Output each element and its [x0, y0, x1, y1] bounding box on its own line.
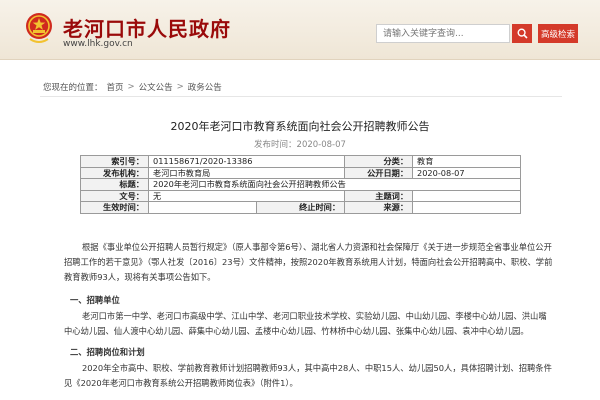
pubdate-label: 公开日期： — [344, 166, 414, 179]
pubdate-value: 2020-08-07 — [412, 166, 522, 179]
breadcrumb: 您现在的位置： 首页 > 公文公告 > 政务公告 — [43, 81, 222, 93]
breadcrumb-separator: > — [127, 82, 135, 92]
title-value: 2020年老河口市教育系统面向社会公开招聘教师公告 — [147, 178, 522, 191]
source-label: 来源： — [344, 201, 414, 214]
keywords-label: 主题词： — [344, 189, 414, 202]
title-label: 标题： — [80, 178, 149, 191]
expire-label: 终止时间： — [255, 201, 346, 214]
breadcrumb-notices[interactable]: 公文公告 — [139, 81, 173, 93]
section-heading: 二、招聘岗位和计划 — [70, 347, 145, 357]
site-url: www.lhk.gov.cn — [63, 39, 133, 49]
source-value — [412, 201, 522, 214]
table-row: 文号： 无 主题词： — [80, 189, 522, 202]
breadcrumb-gov-notices[interactable]: 政务公告 — [188, 81, 222, 93]
effective-label: 生效时间： — [80, 201, 149, 214]
section-heading: 一、招聘单位 — [70, 295, 120, 305]
index-value: 011158671/2020-13386 — [147, 155, 346, 168]
site-title[interactable]: 老河口市人民政府 — [63, 13, 231, 42]
effective-value — [148, 201, 257, 214]
publish-date: 发布时间：2020-08-07 — [254, 140, 346, 150]
publisher-value: 老河口市教育局 — [147, 166, 346, 179]
publisher-label: 发布机构： — [80, 166, 149, 179]
table-row: 索引号： 011158671/2020-13386 分类： 教育 — [80, 155, 522, 168]
paragraph-intro: 根据《事业单位公开招聘人员暂行规定》（原人事部令第6号）、湖北省人力资源和社会保… — [64, 242, 553, 282]
index-label: 索引号： — [80, 155, 149, 168]
breadcrumb-separator: > — [176, 82, 184, 92]
document-meta-table: 索引号： 011158671/2020-13386 分类： 教育 发布机构： 老… — [80, 155, 522, 214]
breadcrumb-prefix: 您现在的位置： — [43, 83, 103, 93]
docno-value: 无 — [147, 189, 346, 202]
table-row: 标题： 2020年老河口市教育系统面向社会公开招聘教师公告 — [80, 178, 522, 191]
category-label: 分类： — [344, 155, 414, 168]
national-emblem-icon[interactable] — [24, 12, 54, 44]
keywords-value — [412, 189, 522, 202]
category-value: 教育 — [412, 155, 522, 168]
search-button[interactable] — [512, 24, 532, 43]
breadcrumb-home[interactable]: 首页 — [107, 81, 124, 93]
search-input[interactable] — [376, 24, 510, 43]
table-row: 发布机构： 老河口市教育局 公开日期： 2020-08-07 — [80, 166, 522, 179]
search-icon — [516, 28, 528, 39]
table-row: 生效时间： 终止时间： 来源： — [80, 201, 522, 214]
paragraph-units: 老河口市第一中学、老河口市高级中学、江山中学、老河口职业技术学校、实验幼儿园、中… — [64, 311, 547, 336]
site-header: 老河口市人民政府 www.lhk.gov.cn 高级检索 — [0, 0, 600, 60]
advanced-search-button[interactable]: 高级检索 — [538, 24, 578, 43]
divider — [40, 96, 562, 97]
article-title: 2020年老河口市教育系统面向社会公开招聘教师公告 — [170, 120, 430, 133]
docno-label: 文号： — [80, 189, 149, 202]
paragraph-positions: 2020年全市高中、职校、学前教育教师计划招聘教师93人，其中高中28人、中职1… — [64, 363, 552, 388]
